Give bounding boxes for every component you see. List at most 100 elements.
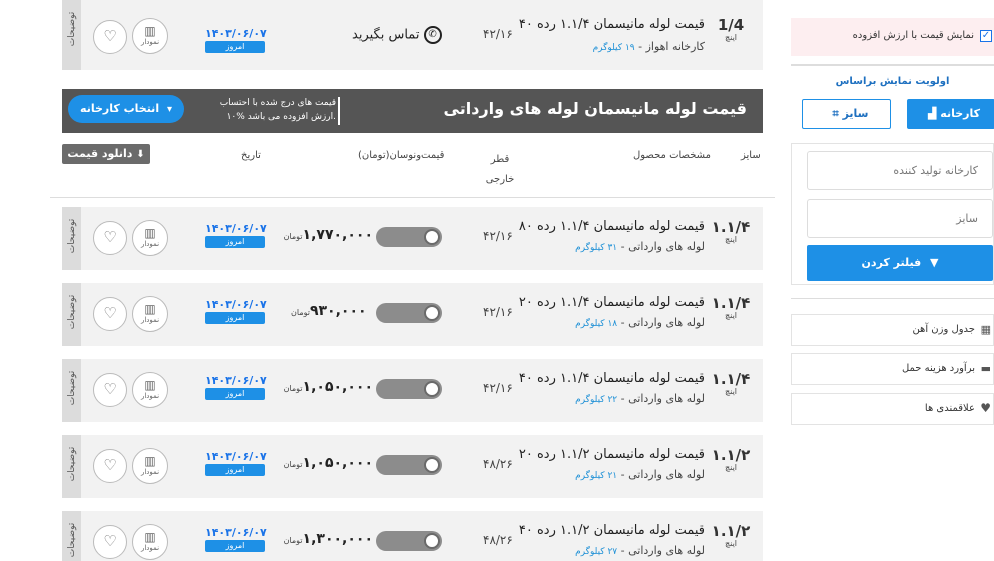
sidebar-link-favorites[interactable]: ♥ علاقمندی ها (791, 393, 994, 425)
origin-label: لوله های وارداتی - (620, 468, 705, 481)
today-badge: امروز (205, 236, 265, 248)
size-value: 1/4 (717, 16, 745, 34)
today-badge: امروز (205, 312, 265, 324)
chart-icon: ▥ (144, 302, 156, 316)
price-fluctuation-toggle[interactable] (376, 455, 442, 475)
table-icon: ▦ (980, 323, 991, 336)
sort-factory-button[interactable]: ▟ کارخانه (907, 99, 994, 129)
chart-icon: ▥ (144, 226, 156, 240)
price-fluctuation-toggle[interactable] (376, 531, 442, 551)
chart-button[interactable]: ▥ نمودار (132, 524, 168, 560)
heart-icon[interactable]: ♡ (93, 20, 127, 54)
price-row: توضیحات ♡ ▥ نمودار ۱۴۰۳/۰۶/۰۷ امروز ۱,۳۰… (62, 511, 763, 561)
currency-label: تومان (283, 536, 303, 545)
manufacturer-field[interactable]: کارخانه تولید کننده (807, 151, 993, 190)
sort-size-button[interactable]: ⌗ سایز (802, 99, 891, 129)
origin-label: لوله های وارداتی - (620, 316, 705, 329)
toggle-knob (424, 229, 440, 245)
chart-icon: ▥ (144, 530, 156, 544)
weight-value: ۲۱ کیلوگرم (575, 471, 618, 481)
product-title[interactable]: قیمت لوله مانیسمان ۱.۱/۲ رده ۲۰ (519, 447, 705, 462)
product-title[interactable]: قیمت لوله مانیسمان ۱.۱/۴ رده ۴۰ (519, 371, 705, 386)
price-fluctuation-toggle[interactable] (376, 227, 442, 247)
size-value: ۱.۱/۴ (711, 218, 751, 236)
price-fluctuation-toggle[interactable] (376, 379, 442, 399)
diameter-value: ۴۸/۲۶ (483, 457, 513, 471)
sort-factory-label: کارخانه (940, 107, 981, 120)
sidebar-link-label: برآورد هزینه حمل (901, 363, 975, 374)
price-fluctuation-toggle[interactable] (376, 303, 442, 323)
product-title[interactable]: قیمت لوله مانیسمان ۱.۱/۴ رده ۲۰ (519, 295, 705, 310)
price-amount: ۱,۰۵۰,۰۰۰ (302, 379, 373, 395)
divider (338, 97, 340, 125)
description-label: توضیحات (67, 446, 77, 482)
product-title[interactable]: قیمت لوله مانیسمان ۱.۱/۴ رده ۸۰ (519, 219, 705, 234)
size-field[interactable]: سایز (807, 199, 993, 238)
vat-note-line1: قیمت های درج شده با احتساب (219, 98, 336, 108)
price-value: ۱,۰۵۰,۰۰۰تومان (283, 379, 373, 395)
currency-label: تومان (283, 384, 303, 393)
chart-button[interactable]: ▥ نمودار (132, 448, 168, 484)
heart-icon[interactable]: ♡ (93, 525, 127, 559)
size-unit: اینچ (724, 387, 738, 396)
origin-label: لوله های وارداتی - (620, 392, 705, 405)
description-tab[interactable]: توضیحات (62, 511, 81, 561)
price-row-top: توضیحات ♡ ▥ نمودار ۱۴۰۳/۰۶/۰۷ امروز تماس… (62, 0, 763, 70)
size-placeholder: سایز (956, 212, 978, 225)
description-tab[interactable]: توضیحات (62, 359, 81, 422)
chart-label: نمودار (140, 544, 160, 552)
size-value: ۱.۱/۲ (711, 522, 751, 540)
sidebar-link-weight-table[interactable]: ▦ جدول وزن آهن (791, 314, 994, 346)
diameter-value: ۴۸/۲۶ (483, 533, 513, 547)
description-label: توضیحات (67, 218, 77, 254)
column-spec: مشخصات محصول (633, 150, 711, 161)
heart-icon[interactable]: ♡ (93, 297, 127, 331)
description-tab[interactable]: توضیحات (62, 283, 81, 346)
chart-button[interactable]: ▥ نمودار (132, 296, 168, 332)
heart-icon[interactable]: ♡ (93, 449, 127, 483)
chart-label: نمودار (140, 392, 160, 400)
weight-value: ۱۹ کیلوگرم (592, 43, 635, 53)
description-tab[interactable]: توضیحات (62, 0, 81, 70)
product-title[interactable]: قیمت لوله مانیسمان ۱.۱/۲ رده ۴۰ (519, 523, 705, 538)
chart-label: نمودار (140, 468, 160, 476)
toggle-knob (424, 381, 440, 397)
truck-icon: ▬ (980, 362, 991, 375)
description-tab[interactable]: توضیحات (62, 207, 81, 270)
date-value: ۱۴۰۳/۰۶/۰۷ (205, 450, 267, 463)
chart-label: نمودار (140, 38, 160, 46)
crop-icon: ⌗ (832, 107, 839, 120)
date-value: ۱۴۰۳/۰۶/۰۷ (205, 27, 267, 40)
sidebar-divider (791, 298, 994, 299)
sidebar-link-shipping[interactable]: ▬ برآورد هزینه حمل (791, 353, 994, 385)
size-value: ۱.۱/۴ (711, 294, 751, 312)
chart-button[interactable]: ▥ نمودار (132, 372, 168, 408)
vat-option[interactable]: ✓ نمایش قیمت با ارزش افزوده (791, 18, 994, 56)
price-amount: ۹۳۰,۰۰۰ (309, 303, 367, 319)
factory-icon: ▟ (927, 107, 937, 120)
price-amount: ۱,۷۷۰,۰۰۰ (302, 227, 373, 243)
heart-icon[interactable]: ♡ (93, 373, 127, 407)
toggle-knob (424, 305, 440, 321)
currency-label: تومان (291, 308, 310, 317)
sidebar-link-label: جدول وزن آهن (912, 324, 975, 335)
contact-link[interactable]: تماس بگیرید ✆ (352, 26, 442, 44)
product-title[interactable]: قیمت لوله مانیسمان ۱.۱/۴ رده ۴۰ (519, 17, 705, 32)
heart-icon[interactable]: ♡ (93, 221, 127, 255)
contact-label: تماس بگیرید (352, 27, 420, 43)
size-unit: اینچ (724, 463, 738, 472)
description-label: توضیحات (67, 294, 77, 330)
vat-note: قیمت های درج شده با احتساب ۱۰% ارزش افزو… (198, 96, 336, 124)
size-unit: اینچ (724, 235, 738, 244)
vat-checkbox[interactable]: ✓ (980, 30, 992, 42)
price-amount: ۱,۳۰۰,۰۰۰ (302, 531, 373, 547)
diameter-value: ۴۲/۱۶ (483, 27, 513, 41)
description-tab[interactable]: توضیحات (62, 435, 81, 498)
chart-button[interactable]: ▥ نمودار (132, 220, 168, 256)
size-unit: اینچ (724, 33, 738, 42)
filter-button[interactable]: فیلتر کردن ▼ (807, 245, 993, 281)
download-price-button[interactable]: دانلود قیمت ⬇ (62, 144, 150, 164)
chart-button[interactable]: ▥ نمودار (132, 18, 168, 54)
factory-select-button[interactable]: انتخاب کارخانه ▾ (68, 95, 184, 123)
toggle-knob (424, 457, 440, 473)
